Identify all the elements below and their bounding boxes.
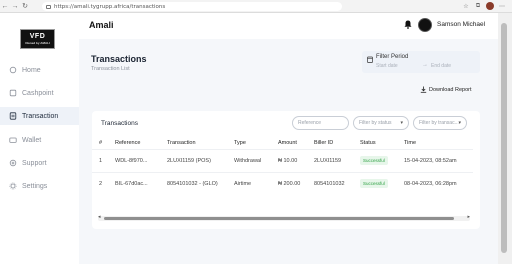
extensions-icon[interactable]: ⧉ [474, 3, 482, 10]
table-row[interactable]: 2 BIL-67d0ac... 8054101032 - (GLO) Airti… [92, 171, 473, 195]
avatar[interactable] [418, 18, 432, 32]
row-biller-id: 8054101032 [307, 171, 353, 195]
reference-placeholder: Reference [298, 120, 322, 126]
url-text: https://amali.tygrupp.africa/transaction… [54, 3, 166, 10]
column-header: Type [234, 140, 246, 147]
row-status: Successful [353, 148, 397, 172]
row-number: 1 [92, 148, 108, 172]
end-date-input[interactable]: End date [431, 63, 451, 69]
row-amount: ₦ 200.00 [271, 171, 307, 195]
column-header: # [99, 140, 103, 147]
refresh-icon[interactable]: ↻ [20, 0, 30, 13]
row-type: Withdrawal [227, 148, 271, 172]
card-title: Transactions [101, 120, 138, 127]
transactions-table-wrapper[interactable]: # Reference Transaction Type Amount Bill… [92, 138, 480, 216]
transaction-filter-select[interactable]: Filter by transac... ▾ [413, 116, 467, 130]
horizontal-scrollbar[interactable]: ◂ ▸ [98, 214, 470, 221]
sidebar-item-label: Settings [22, 182, 48, 190]
sidebar-item-support[interactable]: Support [0, 154, 79, 172]
row-type: Airtime [227, 171, 271, 195]
start-date-input[interactable]: Start date [376, 63, 398, 69]
row-time: 15-04-2023, 08:52am [397, 148, 473, 172]
sidebar-item-cashpoint[interactable]: Cashpoint [0, 84, 79, 102]
column-header: Status [360, 140, 376, 147]
table-header-row: # Reference Transaction Type Amount Bill… [92, 138, 473, 149]
row-amount: ₦ 10.00 [271, 148, 307, 172]
settings-icon [9, 182, 17, 190]
sidebar: VFD Owned by AMALI Home Cashpoint Transa… [0, 13, 79, 264]
table-row[interactable]: 1 WDL-8f970... 2LUXI1159 (POS) Withdrawa… [92, 148, 473, 172]
top-bar: Amali Samson Michael [79, 13, 498, 39]
address-bar[interactable]: https://amali.tygrupp.africa/transaction… [42, 2, 342, 11]
scroll-left-icon[interactable]: ◂ [98, 214, 101, 220]
sidebar-item-transaction[interactable]: Transaction [0, 107, 79, 125]
home-icon [9, 66, 17, 74]
sidebar-item-wallet[interactable]: Wallet [0, 131, 79, 149]
lock-icon [46, 4, 51, 9]
scroll-right-icon[interactable]: ▸ [467, 214, 470, 220]
arrow-right-icon: → [422, 62, 428, 68]
bell-icon[interactable] [404, 20, 412, 29]
transaction-filter-label: Filter by transac... [419, 120, 459, 126]
forward-icon[interactable]: → [10, 0, 20, 13]
sidebar-item-label: Cashpoint [22, 89, 54, 97]
brand-logo[interactable]: VFD Owned by AMALI [20, 29, 55, 49]
calendar-icon [367, 56, 373, 63]
download-report-button[interactable]: Download Report [420, 86, 472, 93]
reference-search-input[interactable]: Reference [292, 116, 349, 130]
row-biller-id: 2LUXI1159 [307, 148, 353, 172]
page-title: Transactions [91, 54, 147, 64]
column-header: Biller ID [314, 140, 334, 147]
wallet-icon [9, 136, 17, 144]
sidebar-item-label: Transaction [22, 112, 59, 120]
filter-period[interactable]: Filter Period Start date → End date [362, 51, 480, 73]
row-time: 08-04-2023, 06:28pm [397, 171, 473, 195]
sidebar-item-settings[interactable]: Settings [0, 177, 79, 195]
profile-icon[interactable] [486, 2, 494, 10]
row-transaction: 8054101032 - (GLO) [160, 171, 227, 195]
status-badge: Successful [360, 179, 388, 189]
logo-text: VFD [29, 33, 46, 40]
browser-actions: ☆ ⧉ ⋯ [462, 2, 506, 10]
status-filter-label: Filter by status [359, 120, 392, 126]
more-icon[interactable]: ⋯ [498, 3, 506, 10]
sidebar-item-label: Wallet [22, 136, 42, 144]
transaction-icon [9, 112, 17, 120]
page-subtitle: Transaction List [91, 66, 130, 72]
chevron-down-icon: ▾ [400, 120, 403, 126]
browser-toolbar: ← → ↻ https://amali.tygrupp.africa/trans… [0, 0, 512, 13]
chevron-down-icon: ▾ [458, 120, 461, 126]
transactions-table: # Reference Transaction Type Amount Bill… [92, 138, 473, 195]
sidebar-item-label: Home [22, 66, 41, 74]
vertical-scrollbar-thumb[interactable] [501, 23, 507, 253]
logo-subtext: Owned by AMALI [25, 41, 50, 45]
user-name[interactable]: Samson Michael [437, 21, 485, 28]
row-status: Successful [353, 171, 397, 195]
sidebar-item-label: Support [22, 159, 47, 167]
app-title: Amali [89, 20, 114, 30]
row-transaction: 2LUXI1159 (POS) [160, 148, 227, 172]
star-icon[interactable]: ☆ [462, 3, 470, 10]
sidebar-item-home[interactable]: Home [0, 61, 79, 79]
download-icon [420, 86, 427, 93]
column-header: Time [404, 140, 417, 147]
row-reference: WDL-8f970... [108, 148, 160, 172]
row-reference: BIL-67d0ac... [108, 171, 160, 195]
filter-period-label: Filter Period [376, 54, 409, 60]
column-header: Amount [278, 140, 297, 147]
column-header: Transaction [167, 140, 196, 147]
status-filter-select[interactable]: Filter by status ▾ [353, 116, 409, 130]
support-icon [9, 159, 17, 167]
cashpoint-icon [9, 89, 17, 97]
column-header: Reference [115, 140, 141, 147]
status-badge: Successful [360, 156, 388, 165]
download-report-label: Download Report [429, 86, 472, 93]
transactions-card: Transactions Reference Filter by status … [92, 111, 480, 229]
vertical-scrollbar[interactable] [498, 13, 512, 264]
row-number: 2 [92, 171, 108, 195]
horizontal-scrollbar-thumb[interactable] [104, 217, 454, 220]
back-icon[interactable]: ← [0, 0, 10, 13]
main-content: Amali Samson Michael Transactions Transa… [79, 13, 498, 264]
